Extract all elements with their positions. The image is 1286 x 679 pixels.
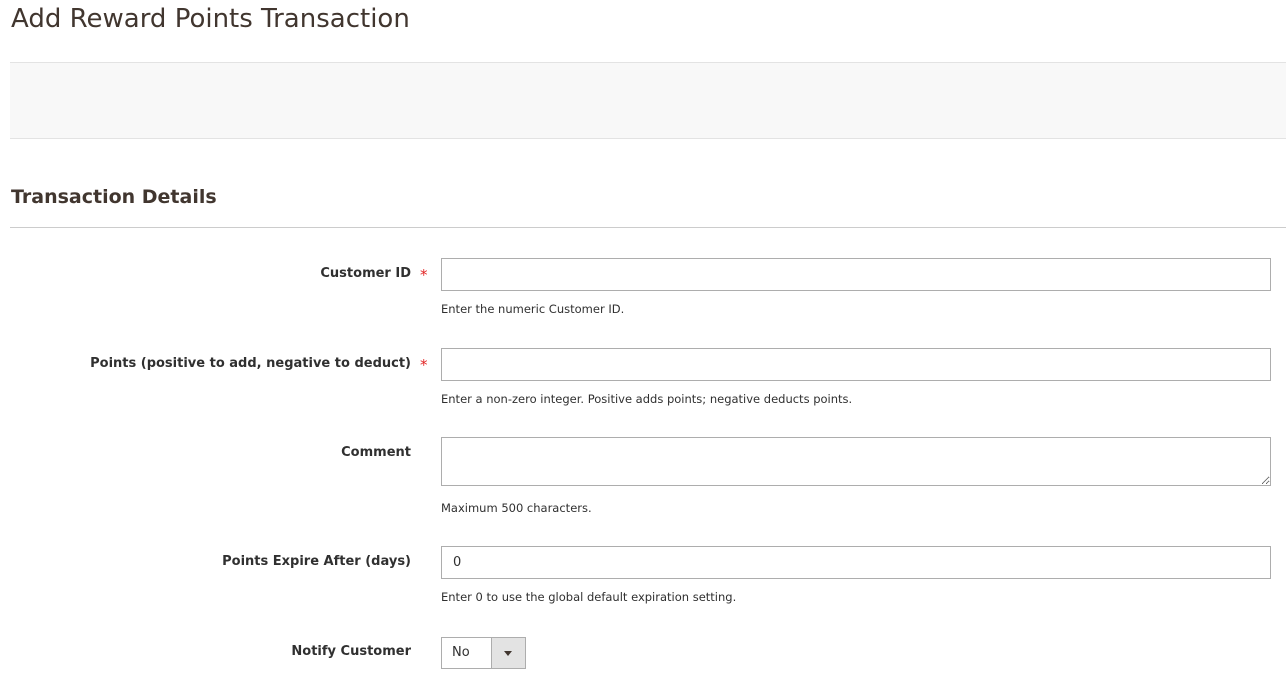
comment-textarea[interactable] xyxy=(441,437,1271,486)
expire-days-hint: Enter 0 to use the global default expira… xyxy=(441,590,737,604)
points-hint: Enter a non-zero integer. Positive adds … xyxy=(441,392,853,406)
customer-id-hint: Enter the numeric Customer ID. xyxy=(441,302,625,316)
expire-days-label: Points Expire After (days) xyxy=(222,554,411,569)
expire-days-input[interactable] xyxy=(441,546,1271,579)
points-label: Points (positive to add, negative to ded… xyxy=(90,356,411,371)
section-title: Transaction Details xyxy=(11,186,217,208)
select-toggle[interactable] xyxy=(491,638,525,668)
page-title: Add Reward Points Transaction xyxy=(11,4,410,34)
page-actions-bar xyxy=(10,62,1286,139)
section-divider xyxy=(10,227,1286,228)
comment-hint: Maximum 500 characters. xyxy=(441,501,592,515)
points-required-mark: * xyxy=(420,356,428,374)
notify-customer-select[interactable]: No xyxy=(441,637,526,669)
comment-label: Comment xyxy=(341,445,411,460)
customer-id-input[interactable] xyxy=(441,258,1271,291)
notify-customer-label: Notify Customer xyxy=(291,644,411,659)
customer-id-label: Customer ID xyxy=(320,266,411,281)
chevron-down-icon xyxy=(504,651,512,656)
notify-customer-selected-value: No xyxy=(452,645,470,660)
customer-id-required-mark: * xyxy=(420,266,428,284)
points-input[interactable] xyxy=(441,348,1271,381)
